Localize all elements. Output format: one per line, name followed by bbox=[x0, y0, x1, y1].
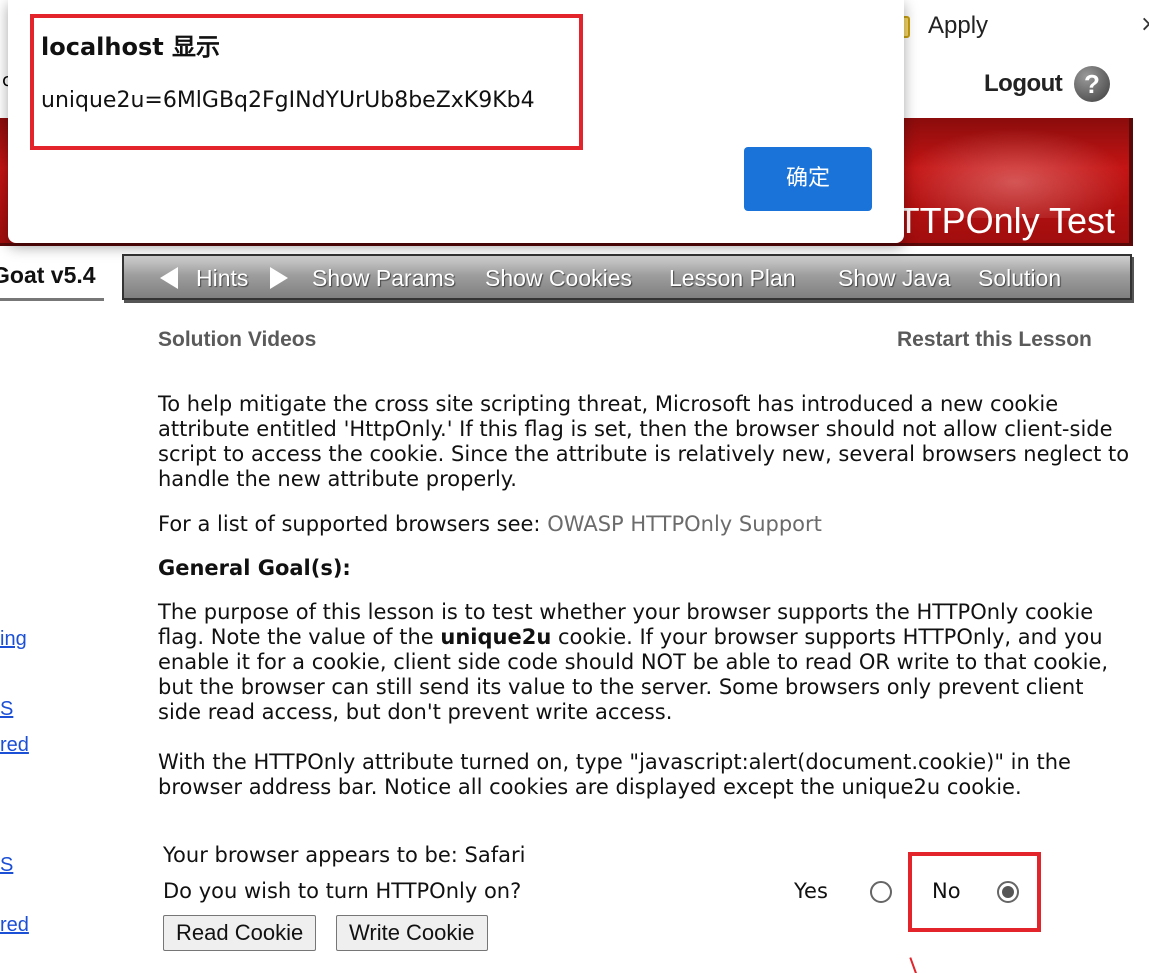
nav-solution[interactable]: Solution bbox=[978, 265, 1061, 292]
httponly-question: Do you wish to turn HTTPOnly on? bbox=[163, 879, 522, 903]
nav-hints[interactable]: Hints bbox=[196, 265, 248, 292]
annotation-stroke bbox=[909, 953, 929, 973]
close-icon[interactable]: × bbox=[1140, 12, 1149, 37]
nav-lesson-plan[interactable]: Lesson Plan bbox=[669, 265, 796, 292]
annotation-highlight-dialog bbox=[30, 14, 583, 150]
nav-show-java[interactable]: Show Java bbox=[838, 265, 951, 292]
browser-detected-text: Your browser appears to be: Safari bbox=[163, 843, 526, 867]
read-cookie-button[interactable]: Read Cookie bbox=[163, 915, 317, 951]
webgoat-brand: Goat v5.4 bbox=[0, 262, 96, 288]
lesson-nav-bar: Hints Show Params Show Cookies Lesson Pl… bbox=[122, 254, 1132, 300]
general-goal-heading: General Goal(s): bbox=[158, 556, 351, 580]
restart-lesson-link[interactable]: Restart this Lesson bbox=[897, 328, 1092, 352]
help-icon[interactable]: ? bbox=[1074, 66, 1110, 102]
instructions-paragraph: With the HTTPOnly attribute turned on, t… bbox=[158, 750, 1071, 799]
sidebar-link[interactable]: S bbox=[0, 698, 13, 721]
owasp-httponly-link[interactable]: OWASP HTTPOnly Support bbox=[547, 512, 822, 536]
sidebar-link[interactable]: red bbox=[0, 914, 29, 937]
nav-show-cookies[interactable]: Show Cookies bbox=[485, 265, 632, 292]
annotation-highlight-no bbox=[908, 852, 1041, 932]
sidebar-link[interactable]: red bbox=[0, 734, 29, 757]
previous-hint-icon[interactable] bbox=[160, 267, 178, 289]
brand-divider bbox=[0, 298, 104, 301]
sidebar-link[interactable]: ing bbox=[0, 628, 27, 651]
apply-button[interactable]: Apply bbox=[928, 12, 988, 40]
solution-videos-link[interactable]: Solution Videos bbox=[158, 328, 316, 352]
supported-browsers-paragraph: For a list of supported browsers see: OW… bbox=[158, 512, 822, 537]
sidebar-link[interactable]: S bbox=[0, 854, 13, 877]
ok-button[interactable]: 确定 bbox=[744, 147, 872, 211]
goal-paragraph: The purpose of this lesson is to test wh… bbox=[158, 600, 1133, 725]
alert-dialog: localhost 显示 unique2u=6MlGBq2FgINdYUrUb8… bbox=[8, 0, 904, 243]
yes-radio[interactable] bbox=[870, 881, 892, 903]
next-hint-icon[interactable] bbox=[270, 267, 288, 289]
logout-link[interactable]: Logout bbox=[984, 70, 1063, 98]
intro-paragraph: To help mitigate the cross site scriptin… bbox=[158, 392, 1130, 491]
yes-label: Yes bbox=[794, 879, 828, 903]
cookie-name: unique2u bbox=[440, 625, 552, 649]
nav-show-params[interactable]: Show Params bbox=[312, 265, 455, 292]
lesson-title: TTPOnly Test bbox=[897, 200, 1115, 241]
write-cookie-button[interactable]: Write Cookie bbox=[336, 915, 488, 951]
supported-browsers-text: For a list of supported browsers see: bbox=[158, 512, 548, 536]
